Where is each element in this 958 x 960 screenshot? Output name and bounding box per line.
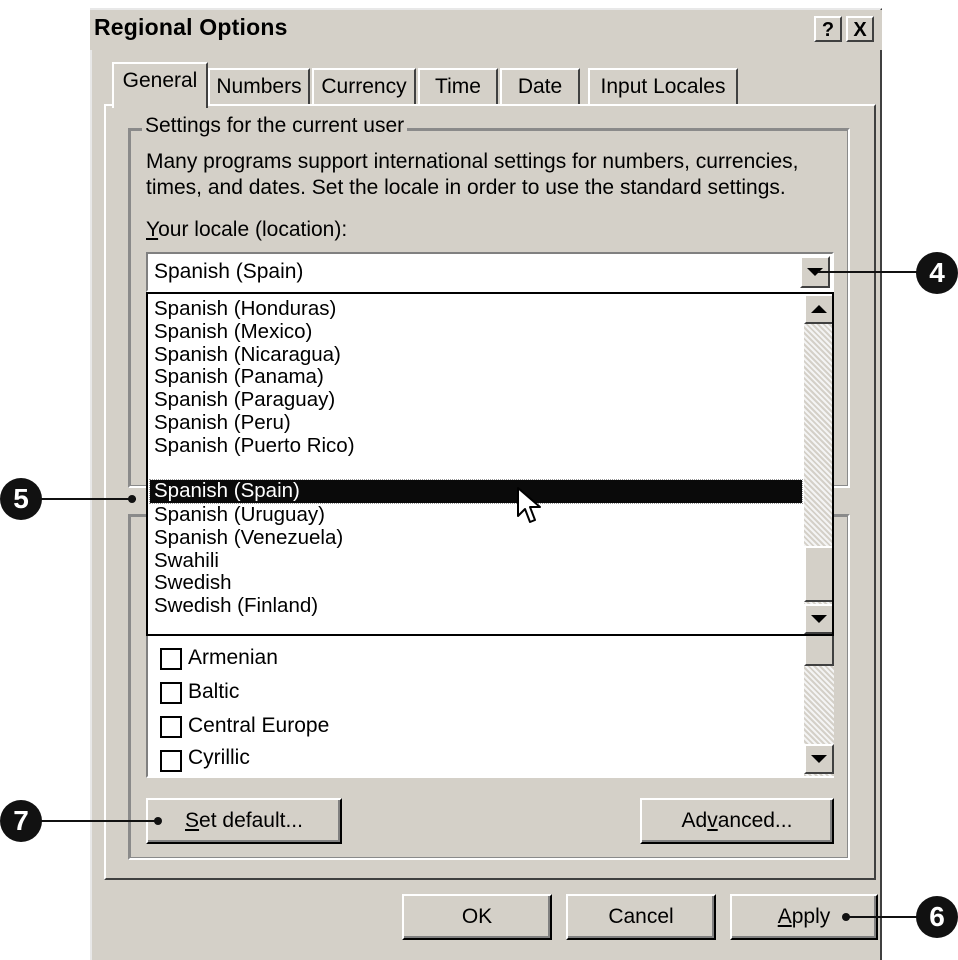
help-button[interactable]: ? <box>814 16 842 42</box>
list-item[interactable]: Spanish (Uruguay) <box>150 504 802 527</box>
checklist-scroll-down-button[interactable] <box>804 744 834 774</box>
checkbox-label: Central Europe <box>188 714 330 737</box>
callout-4-badge: 4 <box>916 252 958 294</box>
callout-6-badge: 6 <box>916 896 958 938</box>
apply-label: pply <box>791 905 831 928</box>
close-button[interactable]: X <box>846 16 874 42</box>
scroll-thumb[interactable] <box>804 546 832 602</box>
advanced-label-pre: Ad <box>681 809 708 832</box>
code-page-checklist[interactable]: Armenian Baltic Central Europe Cyrillic <box>146 634 834 778</box>
callout-4-leader <box>818 271 918 273</box>
set-default-mnemonic: S <box>185 809 200 832</box>
advanced-button[interactable]: Advanced... <box>640 798 834 844</box>
tab-general[interactable]: General <box>112 62 208 108</box>
checkbox-label: Baltic <box>188 680 240 703</box>
locale-label-text: our locale (location): <box>158 218 348 241</box>
chevron-up-icon <box>811 305 827 313</box>
locale-combobox[interactable]: Spanish (Spain) <box>146 252 834 292</box>
cancel-button[interactable]: Cancel <box>566 894 716 940</box>
checkbox-baltic[interactable] <box>160 682 182 704</box>
checkbox-label: Cyrillic <box>188 746 250 769</box>
list-item[interactable]: Swedish (Finland) <box>150 595 802 618</box>
list-item[interactable]: Spanish (Panama) <box>150 366 802 389</box>
tab-input-locales[interactable]: Input Locales <box>588 68 738 106</box>
list-item[interactable]: Spanish (Paraguay) <box>150 389 802 412</box>
tab-currency[interactable]: Currency <box>312 68 416 106</box>
checkbox-armenian[interactable] <box>160 648 182 670</box>
mouse-cursor-icon <box>517 487 541 523</box>
callout-7-leader <box>40 820 160 822</box>
list-item[interactable]: Spanish (Honduras) <box>150 298 802 321</box>
callout-5-badge: 5 <box>0 478 42 520</box>
callout-7-dot <box>154 817 162 825</box>
list-item-selected[interactable]: Spanish (Spain) <box>149 479 803 504</box>
list-item[interactable]: Spanish (Venezuela) <box>150 526 802 550</box>
list-item[interactable]: Spanish (Peru) <box>150 412 802 435</box>
apply-mnemonic: A <box>777 905 792 928</box>
checkbox-label: Armenian <box>188 646 278 669</box>
set-default-button[interactable]: Set default... <box>146 798 342 844</box>
scroll-down-button[interactable] <box>804 604 832 634</box>
chevron-down-icon <box>811 755 827 763</box>
list-item[interactable]: Swedish <box>150 572 802 595</box>
set-default-label: et default... <box>199 809 303 832</box>
tab-time[interactable]: Time <box>418 68 498 106</box>
callout-5-dot <box>128 495 136 503</box>
callout-6-leader <box>846 916 918 918</box>
chevron-down-icon <box>811 615 827 623</box>
tab-date[interactable]: Date <box>500 68 580 106</box>
list-item[interactable]: Spanish (Nicaragua) <box>150 343 802 367</box>
checklist-scroll-thumb[interactable] <box>804 634 834 666</box>
ok-button[interactable]: OK <box>402 894 552 940</box>
callout-5-leader <box>40 498 136 500</box>
list-item[interactable]: Swahili <box>150 549 802 573</box>
advanced-label-rest: anced... <box>717 809 793 832</box>
window-title: Regional Options <box>94 14 288 40</box>
checkbox-cyrillic[interactable] <box>160 750 182 772</box>
locale-combobox-value: Spanish (Spain) <box>154 260 304 283</box>
checkbox-central-europe[interactable] <box>160 716 182 738</box>
locale-label-mnemonic: Y <box>146 218 159 241</box>
description-line-1: Many programs support international sett… <box>146 150 799 173</box>
scroll-up-button[interactable] <box>804 294 832 324</box>
locale-dropdown-list[interactable]: Spanish (Honduras) Spanish (Mexico) Span… <box>146 292 834 636</box>
list-item[interactable]: Spanish (Mexico) <box>150 320 802 344</box>
advanced-mnemonic: v <box>707 809 718 832</box>
tab-numbers[interactable]: Numbers <box>208 68 310 106</box>
list-item[interactable]: Spanish (Puerto Rico) <box>150 434 802 458</box>
locale-label: Your locale (location): <box>146 218 347 242</box>
user-settings-legend: Settings for the current user <box>142 114 408 138</box>
description-line-2: times, and dates. Set the locale in orde… <box>146 176 786 199</box>
callout-7-badge: 7 <box>0 800 42 842</box>
